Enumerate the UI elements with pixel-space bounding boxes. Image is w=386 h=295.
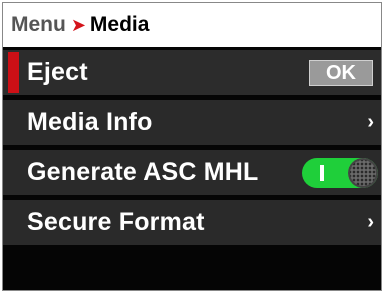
breadcrumb-separator-icon: ➤ — [70, 14, 86, 35]
toggle-on-mark-icon — [320, 165, 324, 181]
eject-ok-button[interactable]: OK — [309, 60, 373, 86]
media-menu-screen: Menu ➤ Media Eject OK Media Info › Gener… — [2, 2, 382, 291]
menu-item-generate-asc-mhl[interactable]: Generate ASC MHL — [3, 150, 381, 195]
menu-item-label: Generate ASC MHL — [27, 158, 259, 186]
menu-item-media-info[interactable]: Media Info › — [3, 100, 381, 145]
menu-item-label: Eject — [27, 58, 88, 86]
page-title: Media — [89, 13, 150, 36]
chevron-right-icon: › — [367, 111, 374, 133]
breadcrumb-root[interactable]: Menu — [11, 13, 66, 37]
menu-item-eject[interactable]: Eject OK — [3, 50, 381, 95]
generate-asc-mhl-toggle[interactable] — [302, 158, 378, 188]
breadcrumb: Menu ➤ Media — [3, 3, 381, 47]
toggle-knob — [348, 158, 378, 188]
selection-indicator — [8, 52, 19, 93]
menu-item-label: Media Info — [27, 108, 153, 136]
chevron-right-icon: › — [367, 211, 374, 233]
menu-item-secure-format[interactable]: Secure Format › — [3, 200, 381, 245]
menu-item-label: Secure Format — [27, 208, 205, 236]
